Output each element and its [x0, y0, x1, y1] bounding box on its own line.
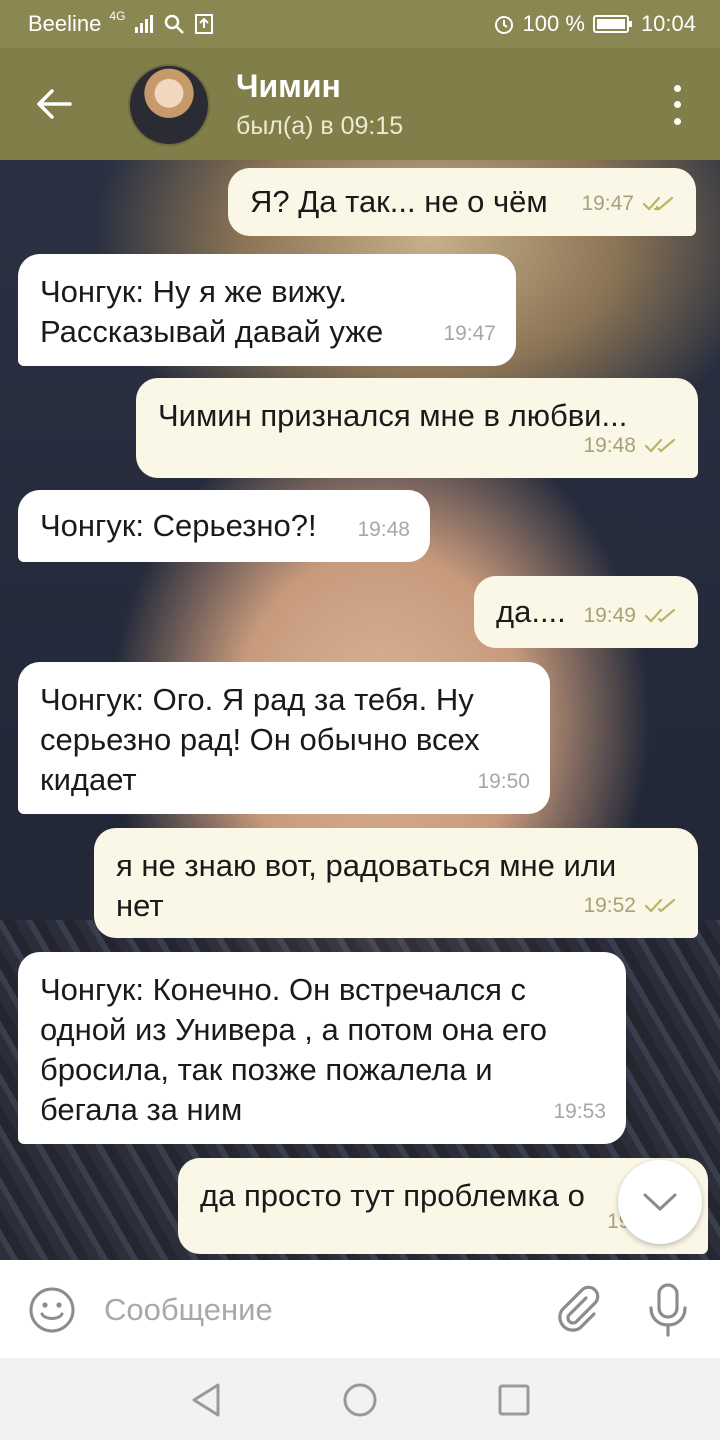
- message-text: Чонгук: Ну я же вижу. Рассказывай давай …: [40, 274, 384, 349]
- message-meta: 19:50: [477, 762, 530, 802]
- message-time: 19:47: [581, 192, 634, 215]
- alarm-icon: [494, 16, 513, 34]
- message-outgoing[interactable]: Я? Да так... не о чём 19:47: [228, 168, 696, 236]
- chat-header: Чимин был(а) в 09:15: [0, 48, 720, 160]
- read-ticks-icon: [644, 608, 676, 623]
- message-meta: 19:48: [357, 510, 410, 550]
- message-time: 19:48: [583, 434, 636, 457]
- message-time: 19:52: [583, 894, 636, 917]
- message-text: Чонгук: Серьезно?!: [40, 508, 317, 543]
- message-outgoing[interactable]: да.... 19:49: [474, 576, 698, 648]
- message-meta: 19:47: [443, 314, 496, 354]
- scroll-down-button[interactable]: [618, 1160, 702, 1244]
- chevron-down-icon: [643, 1193, 677, 1211]
- search-icon: [165, 14, 185, 34]
- battery-icon: [592, 15, 632, 33]
- more-dot: [673, 101, 681, 109]
- arrow-left-icon: [37, 89, 72, 119]
- message-meta: 19:47: [581, 184, 676, 224]
- avatar[interactable]: [128, 64, 210, 146]
- message-meta: 19:48: [583, 426, 678, 466]
- message-incoming[interactable]: Чонгук: Серьезно?! 19:48: [18, 490, 430, 562]
- read-ticks-icon: [644, 438, 676, 453]
- last-seen-status: был(а) в 09:15: [236, 112, 404, 140]
- triangle-back-icon[interactable]: [186, 1380, 226, 1420]
- circle-home-icon[interactable]: [340, 1380, 380, 1420]
- status-bar: Beeline 4G 100 % 10:04: [0, 0, 720, 48]
- message-outgoing[interactable]: я не знаю вот, радоваться мне или нет 19…: [94, 828, 698, 938]
- square-recents-icon[interactable]: [494, 1380, 534, 1420]
- message-composer: [0, 1260, 720, 1358]
- message-input[interactable]: [104, 1284, 524, 1336]
- read-ticks-icon: [644, 898, 676, 913]
- paperclip-icon[interactable]: [552, 1284, 602, 1334]
- back-button[interactable]: [28, 78, 80, 130]
- message-outgoing[interactable]: Чимин признался мне в любви... 19:48: [136, 378, 698, 478]
- message-meta: 19:49: [583, 596, 678, 636]
- signal-icon: [135, 15, 154, 33]
- clock: 10:04: [640, 11, 696, 36]
- microphone-icon[interactable]: [646, 1282, 690, 1338]
- system-navigation-bar: [0, 1358, 720, 1440]
- message-time: 19:53: [553, 1100, 606, 1123]
- upload-icon: [195, 14, 214, 34]
- more-dot: [673, 118, 681, 126]
- more-vertical-icon: [673, 84, 681, 92]
- contact-name[interactable]: Чимин: [236, 68, 341, 105]
- message-incoming[interactable]: Чонгук: Ну я же вижу. Рассказывай давай …: [18, 254, 516, 366]
- more-options-button[interactable]: [662, 80, 692, 130]
- emoji-icon[interactable]: [28, 1286, 76, 1334]
- message-time: 19:48: [357, 518, 410, 541]
- battery-percent: 100 %: [522, 11, 585, 36]
- message-time: 19:49: [583, 604, 636, 627]
- network-label: 4G: [109, 9, 126, 23]
- carrier-label: Beeline: [28, 11, 102, 36]
- read-ticks-icon: [642, 196, 674, 211]
- message-meta: 19:52: [583, 886, 678, 926]
- message-text: Чонгук: Конечно. Он встречался с одной и…: [40, 972, 548, 1127]
- message-meta: 19:53: [553, 1092, 606, 1132]
- message-incoming[interactable]: Чонгук: Конечно. Он встречался с одной и…: [18, 952, 626, 1144]
- message-time: 19:50: [477, 770, 530, 793]
- message-text: Чонгук: Ого. Я рад за тебя. Ну серьезно …: [40, 682, 480, 797]
- message-incoming[interactable]: Чонгук: Ого. Я рад за тебя. Ну серьезно …: [18, 662, 550, 814]
- message-time: 19:47: [443, 322, 496, 345]
- chat-area[interactable]: Я? Да так... не о чём 19:47 Чонгук: Ну я…: [0, 160, 720, 1260]
